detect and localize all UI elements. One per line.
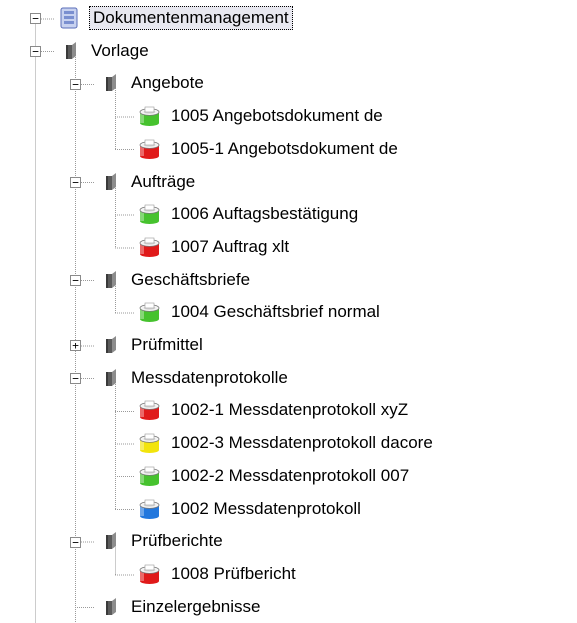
db-green-icon (137, 202, 163, 226)
tree-item[interactable]: 1002-3 Messdatenprotokoll dacore (137, 427, 435, 459)
db-red-icon (137, 235, 163, 259)
tree-item-label: Prüfberichte (131, 531, 223, 551)
db-red-icon (137, 398, 163, 422)
collapse-toggle[interactable]: − (30, 13, 41, 25)
folder-icon (97, 170, 123, 194)
tree-item[interactable]: 1002-1 Messdatenprotokoll xyZ (137, 394, 410, 426)
collapse-toggle[interactable]: − (70, 274, 81, 286)
tree-item-label: 1002-2 Messdatenprotokoll 007 (171, 465, 410, 485)
db-blue-icon (137, 497, 163, 521)
tree-item-label: 1007 Auftrag xlt (171, 236, 290, 256)
tree-item-label: Prüfmittel (131, 335, 203, 354)
tree-item-label: Messdatenprotokolle (131, 367, 288, 387)
tree-item-label: 1005 Angebotsdokument de (171, 106, 383, 126)
tree-item[interactable]: 1008 Prüfbericht (137, 558, 298, 590)
tree-item[interactable]: 1004 Geschäftsbrief normal (137, 296, 382, 328)
tree-item-label: Vorlage (91, 40, 149, 60)
tree-item[interactable]: Angebote (97, 67, 206, 99)
tree-item-label: 1006 Auftagsbestätigung (171, 204, 359, 224)
document-management-icon (57, 6, 83, 30)
tree-item[interactable]: Prüfmittel (97, 329, 205, 361)
tree-item-label: Aufträge (131, 171, 196, 191)
tree-item-label: 1002-1 Messdatenprotokoll xyZ (171, 400, 409, 420)
tree-item[interactable]: 1007 Auftrag xlt (137, 231, 291, 263)
folder-icon (97, 366, 123, 390)
db-yellow-icon (137, 431, 163, 455)
db-green-icon (137, 300, 163, 324)
tree-item[interactable]: 1005 Angebotsdokument de (137, 100, 385, 132)
tree-item[interactable]: Prüfberichte (97, 525, 225, 557)
folder-icon (97, 268, 123, 292)
db-green-icon (137, 104, 163, 128)
tree-item-label: 1002 Messdatenprotokoll (171, 498, 361, 518)
tree-item-label: 1002-3 Messdatenprotokoll dacore (171, 433, 433, 453)
tree-item-label: 1005-1 Angebotsdokument de (171, 138, 398, 158)
tree-item[interactable]: 1002 Messdatenprotokoll (137, 493, 363, 525)
tree-item-label: Geschäftsbriefe (131, 269, 251, 289)
collapse-toggle[interactable]: − (70, 536, 81, 548)
tree-item[interactable]: Einzelergebnisse (97, 591, 262, 623)
collapse-toggle[interactable]: − (70, 373, 81, 385)
db-red-icon (137, 562, 163, 586)
tree-item[interactable]: Dokumentenmanagement (57, 2, 293, 34)
tree-item[interactable]: Aufträge (97, 166, 197, 198)
collapse-toggle[interactable]: − (30, 46, 41, 58)
tree-item[interactable]: 1002-2 Messdatenprotokoll 007 (137, 460, 411, 492)
tree-item[interactable]: Vorlage (57, 35, 151, 67)
tree-item[interactable]: Messdatenprotokolle (97, 362, 290, 394)
db-red-icon (137, 137, 163, 161)
tree-item[interactable]: 1005-1 Angebotsdokument de (137, 133, 400, 165)
tree-item-label: Einzelergebnisse (131, 596, 261, 616)
folder-icon (97, 333, 123, 357)
expand-toggle[interactable]: + (70, 340, 81, 352)
tree-item-label: 1008 Prüfbericht (171, 563, 296, 583)
folder-icon (97, 71, 123, 95)
tree-item-label: 1004 Geschäftsbrief normal (171, 302, 380, 322)
folder-icon (97, 529, 123, 553)
folder-icon (97, 595, 123, 619)
tree-item[interactable]: 1006 Auftagsbestätigung (137, 198, 360, 230)
tree-item-label: Angebote (131, 73, 204, 93)
tree-item[interactable]: Geschäftsbriefe (97, 264, 252, 296)
tree-item-label: Dokumentenmanagement (89, 6, 293, 30)
document-tree: − Dokumentenmanagement − Vorlage − Angebote 10… (0, 0, 577, 623)
collapse-toggle[interactable]: − (70, 176, 81, 188)
db-green-icon (137, 464, 163, 488)
collapse-toggle[interactable]: − (70, 78, 81, 90)
folder-icon (57, 39, 83, 63)
